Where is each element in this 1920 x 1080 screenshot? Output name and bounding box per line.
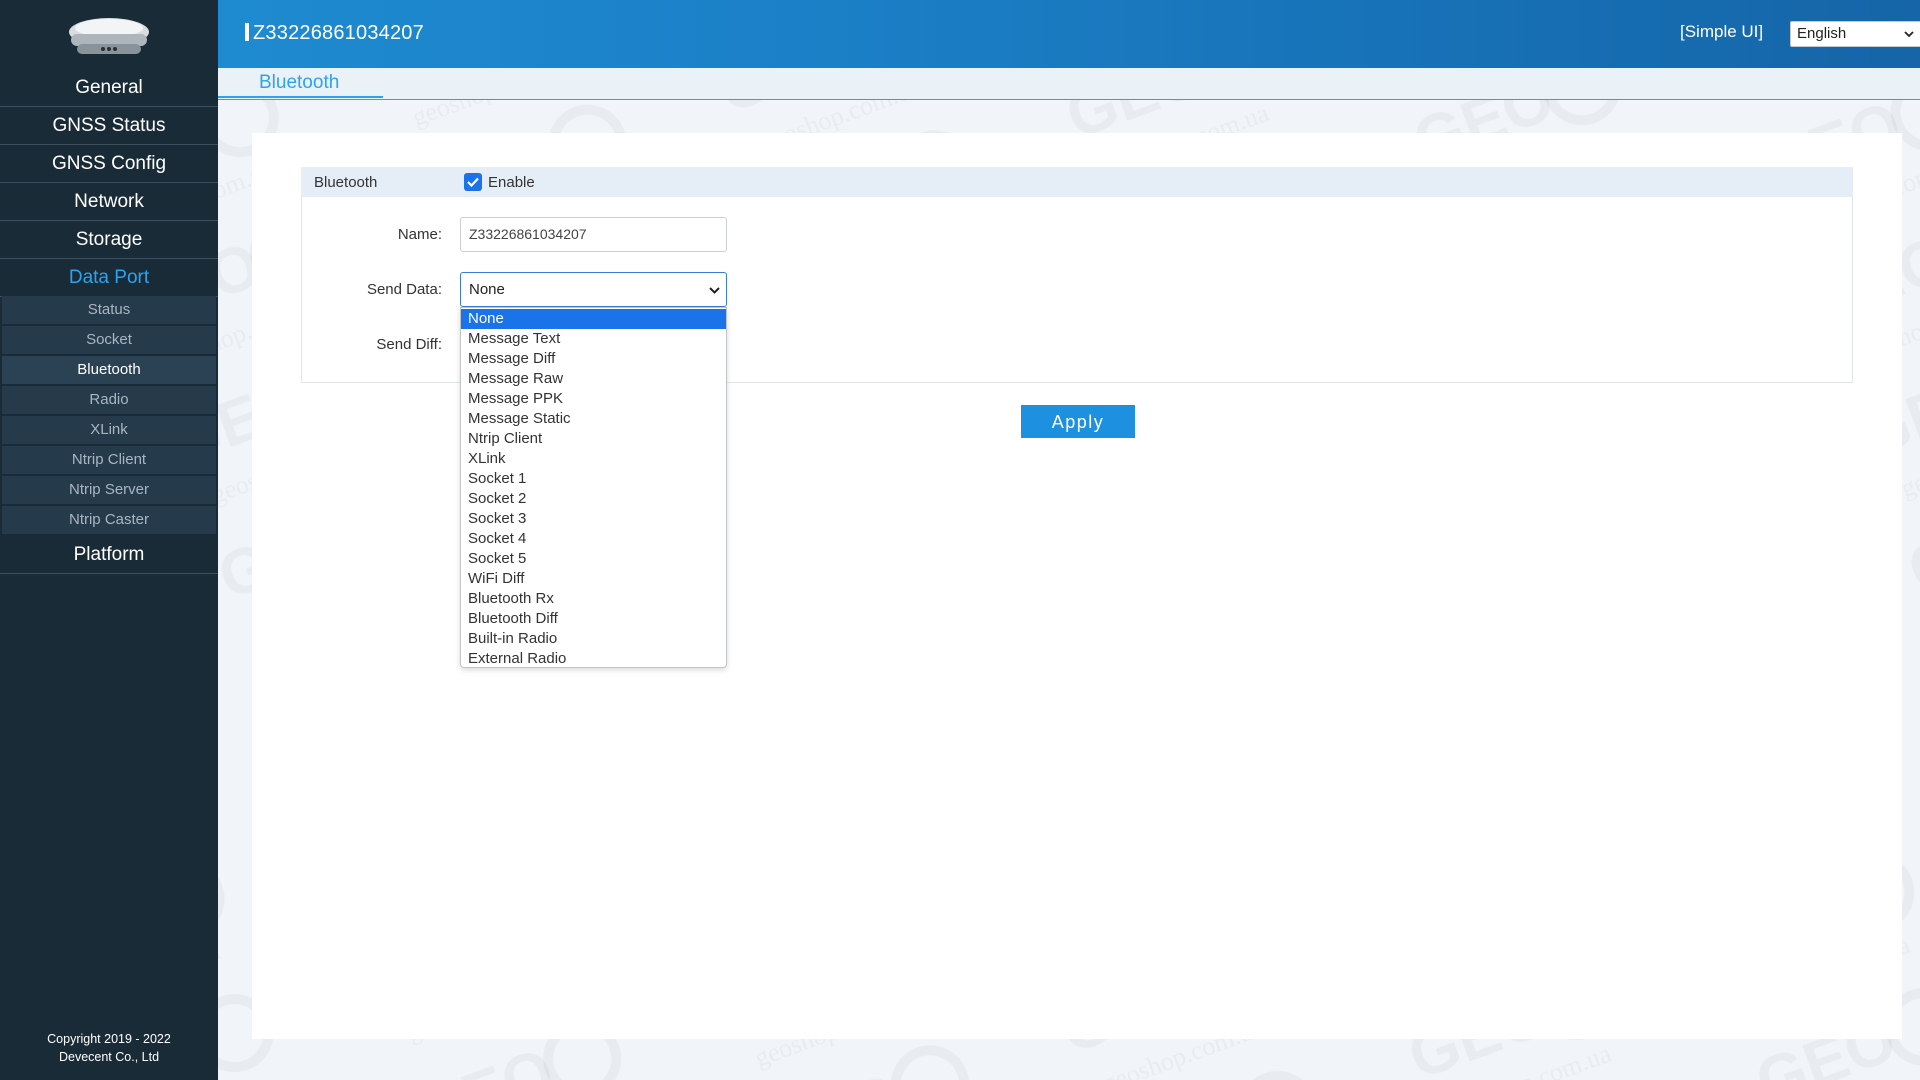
- sidebar-item-gnss-config[interactable]: GNSS Config: [0, 146, 218, 183]
- simple-ui-link[interactable]: [Simple UI]: [1680, 22, 1763, 42]
- dropdown-option[interactable]: External Radio: [461, 649, 726, 669]
- name-input[interactable]: Z33226861034207: [460, 217, 727, 252]
- dropdown-option[interactable]: Socket 4: [461, 529, 726, 549]
- sidebar-item-platform[interactable]: Platform: [0, 537, 218, 574]
- dropdown-option[interactable]: Socket 3: [461, 509, 726, 529]
- dropdown-option[interactable]: Socket 5: [461, 549, 726, 569]
- gnss-receiver-icon: [69, 18, 149, 54]
- sidebar-subitem-radio[interactable]: Radio: [2, 386, 216, 416]
- data-port-submenu: Status Socket Bluetooth Radio XLink Ntri…: [2, 296, 216, 536]
- company-line: Devecent Co., Ltd: [58, 1050, 160, 1064]
- sidebar-item-general[interactable]: General: [0, 70, 218, 107]
- dropdown-option[interactable]: Socket 2: [461, 489, 726, 509]
- dropdown-option[interactable]: None: [461, 309, 726, 329]
- dropdown-option[interactable]: Bluetooth Diff: [461, 609, 726, 629]
- device-serial-title: Z33226861034207: [245, 22, 424, 45]
- enable-label: Enable: [488, 174, 535, 191]
- logo-area: [0, 0, 218, 68]
- dropdown-option[interactable]: Bluetooth Rx: [461, 589, 726, 609]
- send-data-dropdown-list: None Message Text Message Diff Message R…: [460, 307, 727, 668]
- apply-button[interactable]: Apply: [1021, 405, 1135, 438]
- checkmark-icon: [467, 177, 479, 188]
- sidebar-item-storage[interactable]: Storage: [0, 222, 218, 259]
- dropdown-option[interactable]: Built-in Radio: [461, 629, 726, 649]
- copyright-line: Copyright 2019 - 2022: [47, 1032, 171, 1046]
- sidebar-subitem-ntrip-caster[interactable]: Ntrip Caster: [2, 506, 216, 536]
- dropdown-option[interactable]: Message Text: [461, 329, 726, 349]
- sidebar-item-gnss-status[interactable]: GNSS Status: [0, 108, 218, 145]
- dropdown-option[interactable]: Message Raw: [461, 369, 726, 389]
- dropdown-option[interactable]: Socket 1: [461, 469, 726, 489]
- copyright-footer: Copyright 2019 - 2022 Devecent Co., Ltd: [0, 1030, 218, 1066]
- dropdown-option[interactable]: WiFi Diff: [461, 569, 726, 589]
- sidebar-subitem-ntrip-client[interactable]: Ntrip Client: [2, 446, 216, 476]
- chevron-down-icon: [709, 287, 720, 294]
- sidebar: General GNSS Status GNSS Config Network …: [0, 68, 218, 1080]
- chevron-down-icon: [1904, 31, 1914, 38]
- send-data-label: Send Data:: [366, 281, 442, 298]
- tab-bar: Bluetooth: [218, 68, 1920, 100]
- send-data-select[interactable]: None: [460, 272, 727, 307]
- sidebar-subitem-socket[interactable]: Socket: [2, 326, 216, 356]
- language-select[interactable]: English: [1790, 21, 1920, 47]
- top-header: Z33226861034207 [Simple UI] English: [0, 0, 1920, 68]
- sidebar-subitem-xlink[interactable]: XLink: [2, 416, 216, 446]
- dropdown-option[interactable]: Message Diff: [461, 349, 726, 369]
- name-label: Name:: [397, 226, 442, 243]
- sidebar-item-network[interactable]: Network: [0, 184, 218, 221]
- language-select-value: English: [1797, 25, 1847, 42]
- tab-bluetooth[interactable]: Bluetooth: [218, 68, 383, 98]
- send-data-select-value: None: [469, 281, 505, 298]
- send-diff-label: Send Diff:: [376, 336, 442, 353]
- dropdown-option[interactable]: Message PPK: [461, 389, 726, 409]
- enable-checkbox[interactable]: [464, 173, 482, 191]
- dropdown-option[interactable]: XLink: [461, 449, 726, 469]
- sidebar-subitem-ntrip-server[interactable]: Ntrip Server: [2, 476, 216, 506]
- sidebar-item-data-port[interactable]: Data Port: [0, 260, 218, 297]
- dropdown-option[interactable]: Message Static: [461, 409, 726, 429]
- dropdown-option[interactable]: Ntrip Client: [461, 429, 726, 449]
- sidebar-subitem-bluetooth[interactable]: Bluetooth: [2, 356, 216, 386]
- section-title: Bluetooth: [314, 174, 378, 191]
- sidebar-subitem-status[interactable]: Status: [2, 296, 216, 326]
